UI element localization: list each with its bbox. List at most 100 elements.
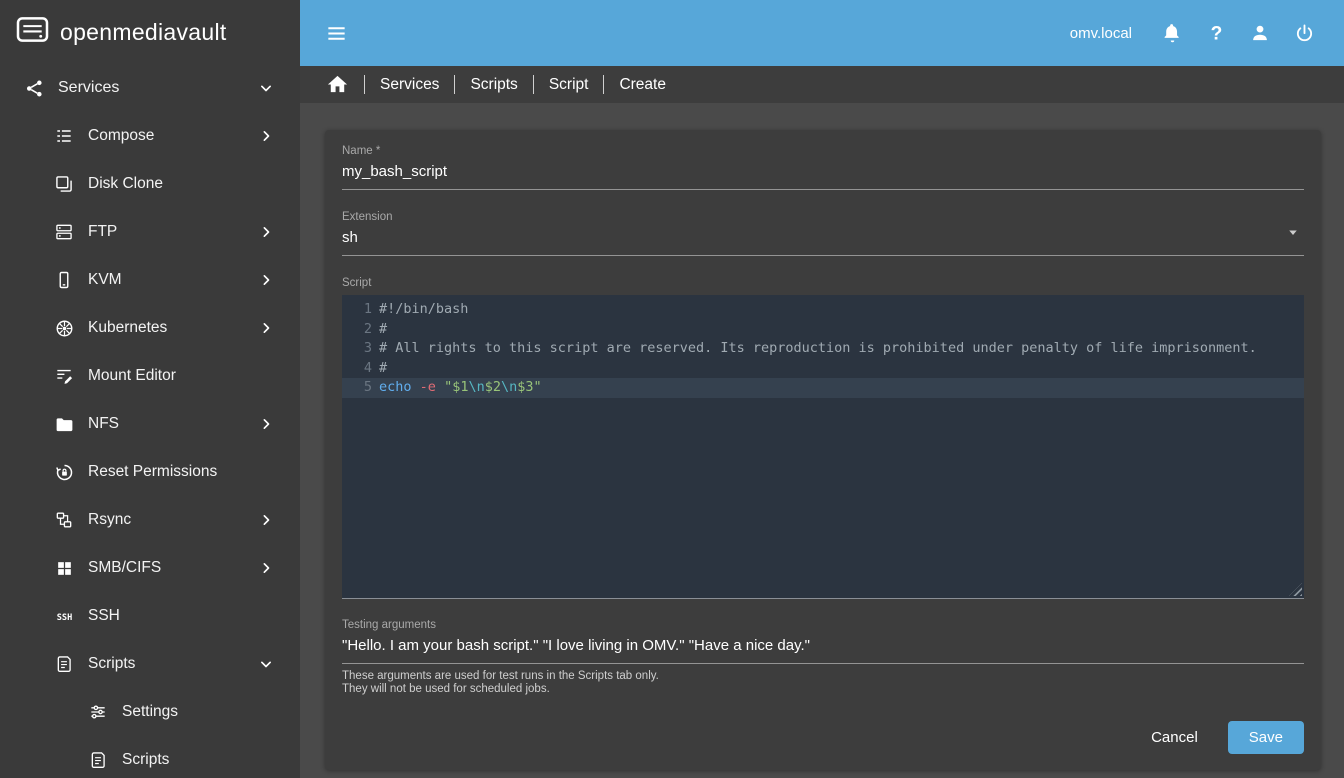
sidebar-item-label: SSH — [88, 607, 120, 624]
mount-editor-icon — [52, 364, 76, 388]
chevron-down-icon — [256, 654, 276, 674]
breadcrumb-item-create[interactable]: Create — [619, 76, 666, 94]
sidebar-item-label: FTP — [88, 223, 118, 240]
server-icon — [52, 220, 76, 244]
home-icon[interactable] — [325, 73, 349, 97]
testing-arguments-label: Testing arguments — [342, 619, 436, 631]
sidebar-item-compose[interactable]: Compose — [0, 112, 300, 160]
ssh-icon: SSH — [52, 604, 76, 628]
sidebar-item-label: Services — [58, 79, 120, 96]
sidebar-item-label: Disk Clone — [88, 175, 163, 192]
sidebar-item-label: Settings — [122, 703, 179, 720]
code-line-3: 3 # All rights to this script are reserve… — [342, 339, 1304, 359]
sidebar-item-settings[interactable]: Settings — [0, 688, 300, 736]
topbar: omv.local ? — [300, 0, 1344, 66]
line-number: 3 — [363, 340, 372, 357]
lock-reset-icon — [52, 460, 76, 484]
code-line-4: 4 # — [342, 359, 1304, 379]
cancel-button[interactable]: Cancel — [1135, 721, 1214, 754]
testing-arguments-field: Testing arguments "Hello. I am your bash… — [342, 619, 1304, 695]
resize-handle[interactable] — [1289, 583, 1302, 596]
breadcrumb-item-script[interactable]: Script — [549, 76, 589, 94]
sidebar-item-nfs[interactable]: NFS — [0, 400, 300, 448]
breadcrumb-items: Services Scripts Script Create — [349, 75, 666, 94]
sidebar-item-kubernetes[interactable]: Kubernetes — [0, 304, 300, 352]
sidebar-item-label: Scripts — [122, 751, 170, 768]
sidebar-item-services[interactable]: Services — [0, 64, 300, 112]
breadcrumb: Services Scripts Script Create — [300, 66, 1344, 103]
sidebar-item-mount-editor[interactable]: Mount Editor — [0, 352, 300, 400]
code-text: # — [379, 359, 388, 376]
sidebar-item-kvm[interactable]: KVM — [0, 256, 300, 304]
breadcrumb-separator — [364, 75, 365, 94]
extension-select[interactable]: sh — [342, 229, 1304, 256]
breadcrumb-separator — [603, 75, 605, 94]
menu-icon[interactable] — [325, 21, 349, 45]
compose-icon — [52, 124, 76, 148]
network-sync-icon — [52, 508, 76, 532]
share-icon — [22, 76, 46, 100]
chevron-down-icon — [256, 78, 276, 98]
script-editor-lines: 1 #!/bin/bash 2 #3 # All rights to this scri… — [342, 300, 1304, 398]
script-editor[interactable]: 1 #!/bin/bash 2 #3 # All rights to this scri… — [342, 295, 1304, 599]
name-input[interactable]: my_bash_script — [342, 163, 1304, 190]
disk-clone-icon — [52, 172, 76, 196]
svg-text:SSH: SSH — [56, 612, 72, 622]
sidebar-item-scripts[interactable]: Scripts — [0, 736, 300, 778]
sidebar-item-smb-cifs[interactable]: SMB/CIFS — [0, 544, 300, 592]
sidebar-item-label: Mount Editor — [88, 367, 176, 384]
code-text: #!/bin/bash — [379, 301, 469, 317]
script-label: Script — [342, 277, 372, 289]
windows-icon — [52, 556, 76, 580]
chevron-right-icon — [256, 558, 276, 578]
sidebar-item-ftp[interactable]: FTP — [0, 208, 300, 256]
sidebar-item-label: Reset Permissions — [88, 463, 218, 480]
sidebar-item-disk-clone[interactable]: Disk Clone — [0, 160, 300, 208]
sidebar-item-rsync[interactable]: Rsync — [0, 496, 300, 544]
testing-arguments-input[interactable]: "Hello. I am your bash script." "I love … — [342, 637, 1304, 664]
code-line-5: 5 echo -e "$1\n$2\n$3" — [342, 378, 1304, 398]
sidebar-nav: Services Compose Disk Clone FTP KVM Kubernete… — [0, 64, 300, 778]
code-text: echo -e "$1\n$2\n$3" — [379, 379, 542, 396]
line-number: 1 — [363, 301, 372, 317]
openmediavault-logo-icon — [16, 15, 49, 49]
script-icon — [52, 652, 76, 676]
chevron-right-icon — [256, 318, 276, 338]
hint-line: They will not be used for scheduled jobs… — [342, 682, 550, 695]
app-logo: openmediavault — [0, 0, 300, 64]
code-line-1: 1 #!/bin/bash — [342, 300, 1304, 320]
sidebar: openmediavault Services Compose Disk Clone… — [0, 0, 300, 778]
form-actions: Cancel Save — [342, 721, 1304, 754]
sidebar-item-reset-permissions[interactable]: Reset Permissions — [0, 448, 300, 496]
testing-arguments-hints: These arguments are used for test runs i… — [342, 670, 1304, 695]
code-text: # — [379, 320, 388, 337]
sidebar-item-scripts[interactable]: Scripts — [0, 640, 300, 688]
breadcrumb-separator — [532, 75, 534, 94]
tune-icon — [86, 700, 110, 724]
help-icon[interactable]: ? — [1198, 15, 1234, 51]
app-title: openmediavault — [60, 18, 227, 45]
content-area: Name * my_bash_script Extension sh Scrip… — [300, 103, 1344, 778]
svg-text:?: ? — [1210, 23, 1222, 44]
hint-line: These arguments are used for test runs i… — [342, 670, 659, 682]
extension-field: Extension sh — [342, 211, 1304, 256]
dropdown-caret-icon[interactable] — [1284, 223, 1302, 246]
line-number: 2 — [363, 320, 372, 337]
breadcrumb-item-services[interactable]: Services — [380, 76, 439, 94]
chevron-right-icon — [256, 270, 276, 290]
save-button[interactable]: Save — [1227, 721, 1304, 754]
sidebar-item-label: Rsync — [88, 511, 132, 528]
sidebar-item-label: KVM — [88, 271, 122, 288]
line-number: 5 — [363, 379, 372, 396]
name-field: Name * my_bash_script — [342, 145, 1304, 190]
chevron-right-icon — [256, 222, 276, 242]
breadcrumb-item-scripts[interactable]: Scripts — [470, 76, 517, 94]
notifications-icon[interactable] — [1154, 15, 1190, 51]
breadcrumb-separator — [454, 75, 456, 94]
hostname: omv.local — [1069, 24, 1132, 42]
user-icon[interactable] — [1242, 15, 1278, 51]
power-icon[interactable] — [1286, 15, 1322, 51]
create-script-form: Name * my_bash_script Extension sh Scrip… — [325, 130, 1321, 770]
main-column: omv.local ? Services Scripts Script Create … — [300, 0, 1344, 778]
sidebar-item-ssh[interactable]: SSH SSH — [0, 592, 300, 640]
